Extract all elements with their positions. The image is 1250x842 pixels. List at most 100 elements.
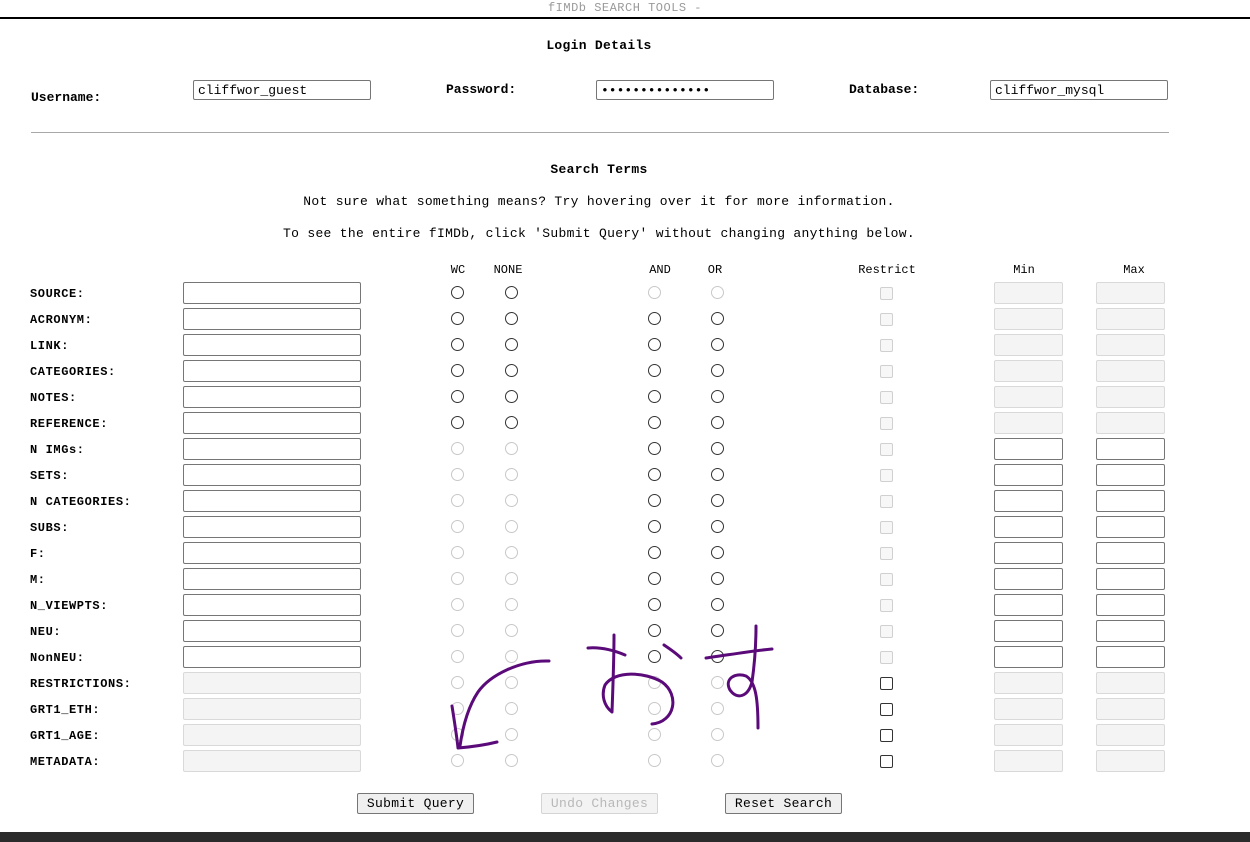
metadata-none-radio[interactable] <box>505 754 518 767</box>
f-max-input[interactable] <box>1096 542 1165 564</box>
f-none-radio[interactable] <box>505 546 518 559</box>
grt1-age-wc-radio[interactable] <box>451 728 464 741</box>
acronym-none-radio[interactable] <box>505 312 518 325</box>
acronym-max-input[interactable] <box>1096 308 1165 330</box>
source-text-input[interactable] <box>183 282 361 304</box>
submit-query-button[interactable]: Submit Query <box>357 793 474 814</box>
sets-wc-radio[interactable] <box>451 468 464 481</box>
nonneu-wc-radio[interactable] <box>451 650 464 663</box>
nonneu-max-input[interactable] <box>1096 646 1165 668</box>
metadata-or-radio[interactable] <box>711 754 724 767</box>
source-min-input[interactable] <box>994 282 1063 304</box>
neu-none-radio[interactable] <box>505 624 518 637</box>
metadata-max-input[interactable] <box>1096 750 1165 772</box>
subs-restrict-checkbox[interactable] <box>880 521 893 534</box>
undo-changes-button[interactable]: Undo Changes <box>541 793 658 814</box>
n-categories-or-radio[interactable] <box>711 494 724 507</box>
notes-wc-radio[interactable] <box>451 390 464 403</box>
reference-none-radio[interactable] <box>505 416 518 429</box>
link-min-input[interactable] <box>994 334 1063 356</box>
n-categories-max-input[interactable] <box>1096 490 1165 512</box>
subs-text-input[interactable] <box>183 516 361 538</box>
grt1-eth-or-radio[interactable] <box>711 702 724 715</box>
restrictions-max-input[interactable] <box>1096 672 1165 694</box>
reference-or-radio[interactable] <box>711 416 724 429</box>
f-restrict-checkbox[interactable] <box>880 547 893 560</box>
m-restrict-checkbox[interactable] <box>880 573 893 586</box>
notes-min-input[interactable] <box>994 386 1063 408</box>
n-categories-and-radio[interactable] <box>648 494 661 507</box>
n-viewpts-and-radio[interactable] <box>648 598 661 611</box>
acronym-and-radio[interactable] <box>648 312 661 325</box>
m-text-input[interactable] <box>183 568 361 590</box>
reference-wc-radio[interactable] <box>451 416 464 429</box>
n-categories-restrict-checkbox[interactable] <box>880 495 893 508</box>
categories-min-input[interactable] <box>994 360 1063 382</box>
username-input[interactable] <box>193 80 371 100</box>
n-imgs-restrict-checkbox[interactable] <box>880 443 893 456</box>
notes-text-input[interactable] <box>183 386 361 408</box>
n-imgs-text-input[interactable] <box>183 438 361 460</box>
neu-text-input[interactable] <box>183 620 361 642</box>
categories-and-radio[interactable] <box>648 364 661 377</box>
n-viewpts-none-radio[interactable] <box>505 598 518 611</box>
reference-and-radio[interactable] <box>648 416 661 429</box>
link-restrict-checkbox[interactable] <box>880 339 893 352</box>
nonneu-and-radio[interactable] <box>648 650 661 663</box>
subs-min-input[interactable] <box>994 516 1063 538</box>
metadata-and-radio[interactable] <box>648 754 661 767</box>
neu-min-input[interactable] <box>994 620 1063 642</box>
subs-and-radio[interactable] <box>648 520 661 533</box>
restrictions-restrict-checkbox[interactable] <box>880 677 893 690</box>
neu-max-input[interactable] <box>1096 620 1165 642</box>
source-restrict-checkbox[interactable] <box>880 287 893 300</box>
reference-max-input[interactable] <box>1096 412 1165 434</box>
f-text-input[interactable] <box>183 542 361 564</box>
link-none-radio[interactable] <box>505 338 518 351</box>
subs-max-input[interactable] <box>1096 516 1165 538</box>
metadata-restrict-checkbox[interactable] <box>880 755 893 768</box>
notes-none-radio[interactable] <box>505 390 518 403</box>
grt1-eth-max-input[interactable] <box>1096 698 1165 720</box>
neu-wc-radio[interactable] <box>451 624 464 637</box>
n-imgs-none-radio[interactable] <box>505 442 518 455</box>
grt1-eth-text-input[interactable] <box>183 698 361 720</box>
grt1-age-min-input[interactable] <box>994 724 1063 746</box>
nonneu-min-input[interactable] <box>994 646 1063 668</box>
source-none-radio[interactable] <box>505 286 518 299</box>
subs-or-radio[interactable] <box>711 520 724 533</box>
n-viewpts-restrict-checkbox[interactable] <box>880 599 893 612</box>
neu-restrict-checkbox[interactable] <box>880 625 893 638</box>
notes-and-radio[interactable] <box>648 390 661 403</box>
f-and-radio[interactable] <box>648 546 661 559</box>
nonneu-restrict-checkbox[interactable] <box>880 651 893 664</box>
grt1-age-and-radio[interactable] <box>648 728 661 741</box>
sets-text-input[interactable] <box>183 464 361 486</box>
n-imgs-max-input[interactable] <box>1096 438 1165 460</box>
reference-restrict-checkbox[interactable] <box>880 417 893 430</box>
n-viewpts-wc-radio[interactable] <box>451 598 464 611</box>
m-max-input[interactable] <box>1096 568 1165 590</box>
n-imgs-and-radio[interactable] <box>648 442 661 455</box>
nonneu-none-radio[interactable] <box>505 650 518 663</box>
n-categories-wc-radio[interactable] <box>451 494 464 507</box>
n-categories-none-radio[interactable] <box>505 494 518 507</box>
metadata-text-input[interactable] <box>183 750 361 772</box>
n-imgs-or-radio[interactable] <box>711 442 724 455</box>
password-input[interactable] <box>596 80 774 100</box>
database-input[interactable] <box>990 80 1168 100</box>
f-min-input[interactable] <box>994 542 1063 564</box>
reference-min-input[interactable] <box>994 412 1063 434</box>
categories-restrict-checkbox[interactable] <box>880 365 893 378</box>
grt1-age-text-input[interactable] <box>183 724 361 746</box>
notes-max-input[interactable] <box>1096 386 1165 408</box>
n-imgs-min-input[interactable] <box>994 438 1063 460</box>
link-text-input[interactable] <box>183 334 361 356</box>
n-categories-text-input[interactable] <box>183 490 361 512</box>
sets-restrict-checkbox[interactable] <box>880 469 893 482</box>
categories-or-radio[interactable] <box>711 364 724 377</box>
restrictions-none-radio[interactable] <box>505 676 518 689</box>
m-and-radio[interactable] <box>648 572 661 585</box>
acronym-wc-radio[interactable] <box>451 312 464 325</box>
categories-text-input[interactable] <box>183 360 361 382</box>
